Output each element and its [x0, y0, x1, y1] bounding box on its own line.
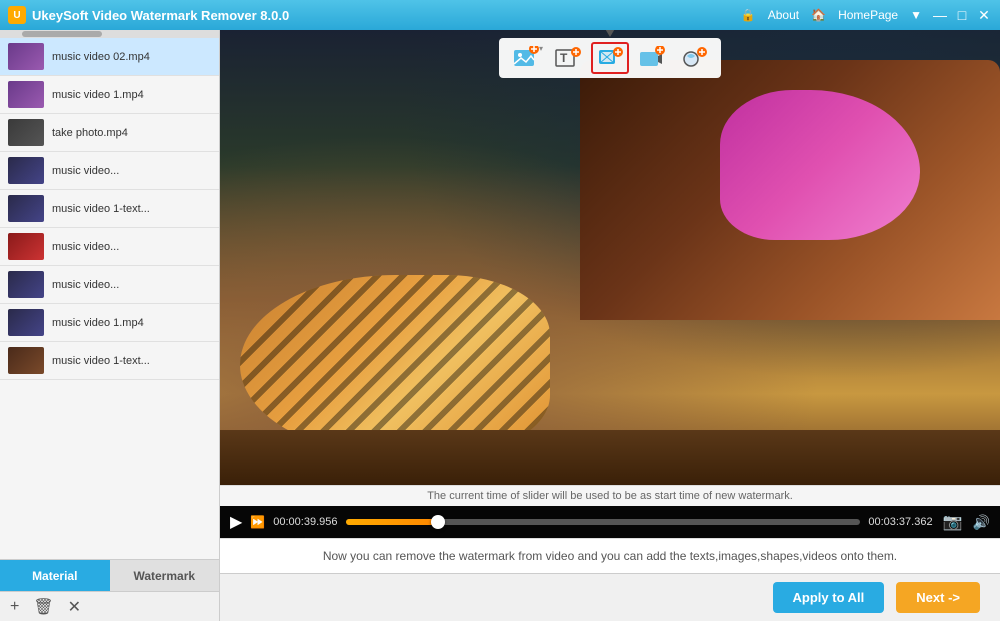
screenshot-button[interactable]: 📷 [941, 510, 965, 534]
file-name: music video 1.mp4 [52, 317, 144, 329]
add-file-button[interactable]: + [10, 598, 19, 616]
tab-material[interactable]: Material [0, 560, 110, 591]
hint-text: The current time of slider will be used … [427, 490, 793, 502]
delete-icon: 🗑 [33, 597, 53, 617]
scrollbar-thumb[interactable] [22, 31, 102, 37]
next-button[interactable]: Next -> [896, 582, 980, 613]
maximize-button[interactable]: □ [954, 7, 970, 23]
add-text-tool-button[interactable]: T [549, 42, 587, 74]
file-thumbnail [8, 233, 44, 260]
file-thumbnail [8, 119, 44, 146]
minimize-button[interactable]: — [932, 7, 948, 23]
total-time-display: 00:03:37.362 [868, 516, 932, 528]
horizontal-scrollbar[interactable] [0, 30, 219, 38]
add-shape-tool-button[interactable] [591, 42, 629, 74]
apply-to-all-button[interactable]: Apply to All [773, 582, 885, 613]
file-name: music video 1.mp4 [52, 89, 144, 101]
app-logo: U [8, 6, 26, 24]
bottom-bar: Apply to All Next -> [220, 573, 1000, 621]
dropdown-icon[interactable]: ▼ [910, 8, 922, 22]
progress-fill [346, 519, 439, 525]
scene-tiger-stripes [240, 275, 550, 455]
tab-strip: Material Watermark [0, 559, 219, 591]
list-item[interactable]: music video 1-text... [0, 190, 219, 228]
info-message: Now you can remove the watermark from vi… [323, 549, 897, 563]
lock-icon: 🔒 [741, 8, 756, 22]
window-controls: — □ ✕ [932, 7, 992, 23]
file-name: take photo.mp4 [52, 127, 128, 139]
sidebar: music video 02.mp4 music video 1.mp4 tak… [0, 30, 220, 621]
file-name: music video 02.mp4 [52, 51, 150, 63]
file-thumbnail [8, 347, 44, 374]
logo-char: U [13, 10, 20, 21]
file-name: music video... [52, 279, 119, 291]
about-link[interactable]: About [768, 8, 799, 22]
content-area: ▾ T [220, 30, 1000, 621]
file-thumbnail [8, 43, 44, 70]
clear-icon: ✕ [68, 597, 81, 617]
delete-file-button[interactable]: 🗑 [33, 597, 53, 617]
file-thumbnail [8, 157, 44, 184]
list-item[interactable]: music video 1-text... [0, 342, 219, 380]
dropdown-arrow-indicator [604, 30, 616, 37]
list-item[interactable]: music video... [0, 266, 219, 304]
svg-text:T: T [560, 51, 568, 65]
title-bar: U UkeySoft Video Watermark Remover 8.0.0… [0, 0, 1000, 30]
list-item[interactable]: music video 1.mp4 [0, 304, 219, 342]
file-thumbnail [8, 271, 44, 298]
playback-bar: ▶ ⏩ 00:00:39.956 00:03:37.362 📷 🔊 [220, 506, 1000, 538]
file-thumbnail [8, 309, 44, 336]
list-item[interactable]: music video... [0, 152, 219, 190]
info-bar: Now you can remove the watermark from vi… [220, 538, 1000, 573]
current-time-display: 00:00:39.956 [273, 516, 337, 528]
play-button[interactable]: ▶ [230, 512, 242, 532]
home-icon: 🏠 [811, 8, 826, 22]
progress-bar[interactable] [346, 519, 861, 525]
file-list: music video 02.mp4 music video 1.mp4 tak… [0, 38, 219, 559]
sidebar-toolbar: + 🗑 ✕ [0, 591, 219, 621]
list-item[interactable]: take photo.mp4 [0, 114, 219, 152]
step-forward-button[interactable]: ⏩ [250, 515, 265, 529]
file-name: music video 1-text... [52, 355, 150, 367]
dropdown-arrow-icon: ▾ [539, 44, 543, 53]
app-title: UkeySoft Video Watermark Remover 8.0.0 [32, 8, 741, 23]
video-scene [220, 30, 1000, 485]
tab-watermark[interactable]: Watermark [110, 560, 220, 591]
file-name: music video... [52, 241, 119, 253]
scene-floor [220, 430, 1000, 485]
list-item[interactable]: music video 1.mp4 [0, 76, 219, 114]
file-name: music video... [52, 165, 119, 177]
volume-button[interactable]: 🔊 [973, 514, 990, 531]
file-name: music video 1-text... [52, 203, 150, 215]
homepage-link[interactable]: HomePage [838, 8, 898, 22]
add-video-tool-button[interactable] [633, 42, 671, 74]
add-image-tool-button[interactable]: ▾ [507, 42, 545, 74]
title-nav: 🔒 About 🏠 HomePage ▼ [741, 8, 922, 22]
progress-thumb[interactable] [431, 515, 445, 529]
video-preview: ▾ T [220, 30, 1000, 485]
list-item[interactable]: music video... [0, 228, 219, 266]
file-thumbnail [8, 195, 44, 222]
hint-bar: The current time of slider will be used … [220, 485, 1000, 506]
video-edit-toolbar: ▾ T [499, 38, 721, 78]
file-thumbnail [8, 81, 44, 108]
close-button[interactable]: ✕ [976, 7, 992, 23]
clear-files-button[interactable]: ✕ [68, 597, 81, 617]
add-effect-tool-button[interactable] [675, 42, 713, 74]
list-item[interactable]: music video 02.mp4 [0, 38, 219, 76]
main-layout: music video 02.mp4 music video 1.mp4 tak… [0, 30, 1000, 621]
